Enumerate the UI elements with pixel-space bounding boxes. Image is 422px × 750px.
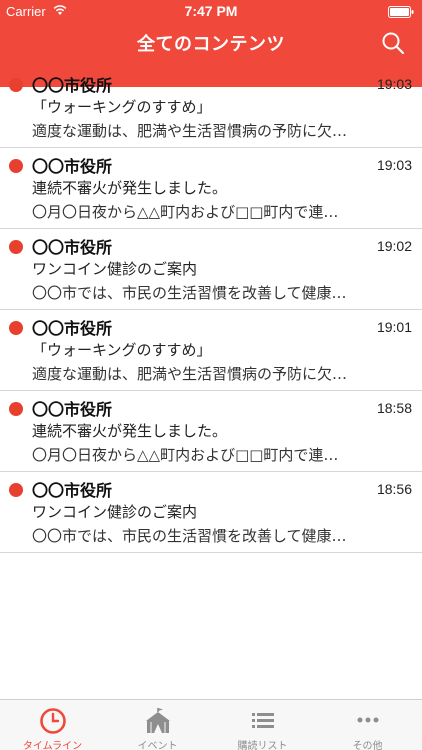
tab-label: タイムライン: [22, 741, 83, 750]
item-preview: 〇〇市では、市民の生活習慣を改善して健康…: [32, 527, 347, 545]
status-time: 7:47 PM: [184, 3, 238, 19]
item-sender: 〇〇市役所: [32, 157, 113, 176]
unread-dot: [9, 159, 23, 173]
tab-event[interactable]: イベント: [105, 700, 210, 750]
unread-dot: [9, 78, 23, 92]
unread-dot: [9, 483, 23, 497]
list-item[interactable]: 〇〇市役所 19:02 ワンコイン健診のご案内 〇〇市では、市民の生活習慣を改善…: [0, 229, 422, 310]
item-time: 19:03: [376, 157, 412, 173]
tab-bar: タイムライン イベント 購読リスト その他: [0, 699, 422, 750]
tent-icon: [145, 708, 170, 733]
list-item[interactable]: 〇〇市役所 18:58 連続不審火が発生しました。 〇月〇日夜から△△町内および…: [0, 391, 422, 472]
item-preview: 適度な運動は、肥満や生活習慣病の予防に欠…: [32, 365, 348, 383]
tab-timeline[interactable]: タイムライン: [0, 700, 105, 750]
item-time: 18:58: [376, 400, 412, 416]
unread-dot: [9, 240, 23, 254]
list-icon: [251, 713, 274, 728]
tab-label: 購読リスト: [237, 741, 288, 750]
unread-dot: [9, 321, 23, 335]
status-bar: Carrier 7:47 PM: [0, 0, 422, 24]
list-item[interactable]: 〇〇市役所 19:03 連続不審火が発生しました。 〇月〇日夜から△△町内および…: [0, 148, 422, 229]
item-preview: 〇月〇日夜から△△町内および□□町内で連…: [32, 446, 339, 464]
clock-icon: [39, 708, 66, 734]
list-item[interactable]: 〇〇市役所 19:01 「ウォーキングのすすめ」 適度な運動は、肥満や生活習慣病…: [0, 310, 422, 391]
more-icon: [357, 717, 378, 723]
tab-label: その他: [352, 741, 383, 750]
item-time: 18:56: [376, 481, 412, 497]
list-item[interactable]: 〇〇市役所 19:03 「ウォーキングのすすめ」 適度な運動は、肥満や生活習慣病…: [0, 67, 422, 148]
item-subject: ワンコイン健診のご案内: [32, 260, 198, 278]
tab-subscriptions[interactable]: 購読リスト: [210, 700, 315, 750]
item-sender: 〇〇市役所: [32, 481, 113, 500]
battery-icon: [388, 6, 414, 18]
item-time: 19:02: [376, 238, 412, 254]
item-sender: 〇〇市役所: [32, 238, 113, 257]
item-sender: 〇〇市役所: [32, 76, 113, 95]
item-subject: 連続不審火が発生しました。: [32, 179, 228, 197]
item-preview: 〇〇市では、市民の生活習慣を改善して健康…: [32, 284, 347, 302]
item-time: 19:01: [376, 319, 412, 335]
item-subject: ワンコイン健診のご案内: [32, 503, 198, 521]
item-time: 19:03: [376, 76, 412, 92]
unread-dot: [9, 402, 23, 416]
item-subject: 連続不審火が発生しました。: [32, 422, 228, 440]
timeline-list: 〇〇市役所 19:03 「ウォーキングのすすめ」 適度な運動は、肥満や生活習慣病…: [0, 67, 422, 553]
item-sender: 〇〇市役所: [32, 400, 113, 419]
search-icon: [382, 32, 405, 55]
item-sender: 〇〇市役所: [32, 319, 113, 338]
item-preview: 〇月〇日夜から△△町内および□□町内で連…: [32, 203, 339, 221]
page-title: 全てのコンテンツ: [137, 34, 285, 55]
tab-more[interactable]: その他: [315, 700, 420, 750]
item-subject: 「ウォーキングのすすめ」: [32, 341, 212, 359]
tab-label: イベント: [137, 741, 178, 750]
item-subject: 「ウォーキングのすすめ」: [32, 98, 212, 116]
list-item[interactable]: 〇〇市役所 18:56 ワンコイン健診のご案内 〇〇市では、市民の生活習慣を改善…: [0, 472, 422, 553]
search-button[interactable]: [380, 30, 406, 56]
item-preview: 適度な運動は、肥満や生活習慣病の予防に欠…: [32, 122, 348, 140]
